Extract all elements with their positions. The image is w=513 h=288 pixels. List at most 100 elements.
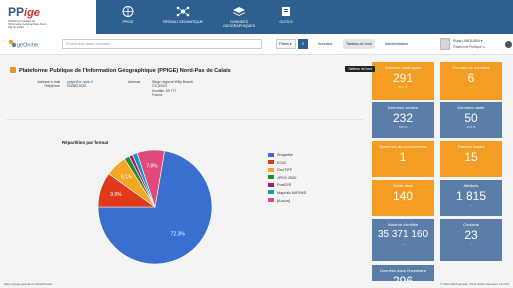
page-title-text: Plateforme Publique de l'Information Géo… (19, 68, 231, 74)
stat-tile-label: Données dans l'inventaire (380, 268, 426, 273)
stat-tile[interactable]: Contacts 23— (440, 219, 502, 261)
legend-item[interactable]: [Aucun] (268, 198, 306, 206)
nav-link-annuaire[interactable]: Annuaire (318, 42, 332, 46)
contact-labels: Adresse e-mail Téléphone (30, 80, 60, 89)
legend-label: ECW (277, 160, 286, 165)
stat-tile-label: Thèmes Inspire (457, 144, 485, 149)
search-button[interactable]: ⌕ (298, 39, 308, 49)
pie-data-label: 72.3% (171, 232, 186, 238)
nav-label: PPIGE (122, 20, 134, 24)
tools-icon (282, 7, 290, 16)
globe-icon (122, 6, 134, 17)
legend-item[interactable]: JPEG 2000 (268, 175, 306, 183)
toolbar: geOrchestra Rechercher dans l'annuaire..… (0, 34, 513, 55)
stat-tile[interactable]: Systèmes de coordonnées 1— (372, 141, 434, 177)
status-url: https://ppige.geopal.com/dashboard (4, 282, 52, 286)
divider (6, 119, 364, 120)
legend-label: JPEG 2000 (277, 175, 297, 180)
stat-tile-subtext: — (401, 164, 405, 168)
phone-value: 0328872030 (67, 84, 86, 89)
filters-dropdown[interactable]: Filtres ▾ (276, 39, 296, 49)
stat-tile-subtext: 86.1 % (398, 85, 408, 89)
nav-item-ppige[interactable]: PPIGE (108, 0, 148, 34)
layers-icon (232, 7, 246, 17)
legend-swatch (268, 175, 274, 180)
stat-tile-subtext: — (469, 85, 473, 89)
footer-text: © 2014-2016 geopal - Tous droits réservé… (440, 282, 509, 286)
ppige-logo[interactable]: PPige Plateforme Publique de l'Informati… (8, 6, 70, 32)
stat-tile-label: Attributs (463, 183, 479, 188)
stat-tile-label: Nombre d'entités (387, 222, 419, 227)
main-navbar: PPIGE RESEAU GEOMATIQUE DONNEES GEOGRAPH… (96, 0, 513, 34)
settings-icon[interactable] (505, 41, 512, 48)
legend-swatch (268, 182, 274, 187)
network-icon (176, 6, 190, 17)
legend-label: MapInfo MIF/MID (277, 190, 307, 195)
chart-legend: Shapefile ECW GeoTIFF JPEG 2000 PostGIS MapIn… (268, 152, 306, 205)
legend-swatch (268, 167, 274, 172)
nav-link-tableau-de-bord[interactable]: Tableau de bord (343, 39, 375, 49)
stat-tile-subtext: — (401, 242, 405, 246)
stat-tile-label: Données catalogues (384, 65, 422, 70)
stat-tile-label: Mode sites (393, 183, 413, 188)
stat-tile[interactable]: Données dans l'inventaire296— (372, 265, 434, 281)
stat-tile-value: 1 (399, 150, 407, 164)
nav-item-reseau[interactable]: RESEAU GEOMATIQUE (156, 0, 210, 34)
stat-tile-subtext: 16.9 % (466, 125, 476, 129)
stat-tile[interactable]: Nombre d'entités 35 371 160 — (372, 219, 434, 261)
nav-label: RESEAU GEOMATIQUE (163, 20, 203, 24)
page-title: Plateforme Publique de l'Information Géo… (10, 67, 231, 74)
legend-item[interactable]: Shapefile (268, 152, 306, 160)
legend-item[interactable]: ECW (268, 160, 306, 168)
nav-link-administration[interactable]: Administration (385, 42, 408, 46)
stat-tile[interactable]: Mode sites 140— (372, 180, 434, 216)
tooltip: Tableau de bord (345, 66, 376, 72)
pie-data-label: 9.9% (110, 192, 122, 198)
chart-title: Répartition par format (62, 140, 109, 145)
legend-item[interactable]: GeoTIFF (268, 167, 306, 175)
user-name: Rudy LIMOUSIN ▾ (453, 39, 483, 43)
pie-data-label: 6.1% (121, 175, 133, 181)
user-menu[interactable]: Rudy LIMOUSIN ▾ Plateforme Publique d... (440, 38, 504, 51)
stat-tile[interactable]: Données vecteur 232 79.8 % (372, 102, 434, 138)
stat-tile-subtext: — (469, 203, 473, 207)
logo-pp: PP (8, 5, 25, 19)
search-input[interactable]: Rechercher dans l'annuaire... (62, 39, 262, 49)
tb-logo-text: geOrchestra (17, 43, 38, 49)
stat-tile[interactable]: Données catalogues 291 86.1 % (372, 62, 434, 100)
legend-label: GeoTIFF (277, 168, 293, 173)
search-icon: ⌕ (301, 41, 305, 47)
georchestra-logo[interactable]: geOrchestra (8, 38, 38, 50)
stat-tile-label: Formats de données (452, 65, 490, 70)
organization-icon (10, 67, 16, 73)
stat-tile[interactable]: Formats de données 6— (440, 62, 502, 100)
stat-tile-subtext: — (469, 242, 473, 246)
nav-label: OUTILS (279, 20, 293, 24)
nav-item-outils[interactable]: OUTILS (266, 0, 306, 34)
stat-tile[interactable]: Attributs 1 815— (440, 180, 502, 216)
legend-swatch (268, 160, 274, 165)
legend-item[interactable]: MapInfo MIF/MID (268, 190, 306, 198)
nav-item-donnees[interactable]: DONNEES GEOGRAPHIQUES (214, 0, 264, 34)
legend-label: PostGIS (277, 183, 292, 188)
stat-tile-value: 140 (392, 189, 414, 203)
logo-ige: ige (24, 7, 40, 19)
legend-label: Shapefile (277, 153, 293, 157)
legend-swatch (268, 198, 274, 203)
legend-item[interactable]: PostGIS (268, 182, 306, 190)
stat-tile[interactable]: Données raster 50 16.9 % (440, 102, 502, 138)
email-link[interactable]: ppige@cr-npdc.fr (67, 80, 93, 84)
pie-data-label: 7.8% (146, 164, 158, 170)
logo-subtitle: Plateforme Publique de l'Information Géo… (8, 20, 47, 30)
stat-tile-subtext: — (401, 203, 405, 207)
stat-tile-label: Données vecteur (387, 105, 419, 110)
address-block: Siège régional Willy Brandt CS 20003 Eur… (152, 80, 193, 98)
legend-swatch (268, 190, 274, 195)
stat-tile[interactable]: Thèmes Inspire 15— (440, 141, 502, 177)
stat-tile-value: 6 (467, 71, 475, 85)
address-line: France (152, 93, 163, 98)
user-org: Plateforme Publique d... (453, 45, 488, 49)
stat-tile-value: 23 (464, 228, 478, 242)
nav-label: DONNEES GEOGRAPHIQUES (223, 20, 255, 28)
stat-tile-value: 296 (392, 274, 414, 281)
